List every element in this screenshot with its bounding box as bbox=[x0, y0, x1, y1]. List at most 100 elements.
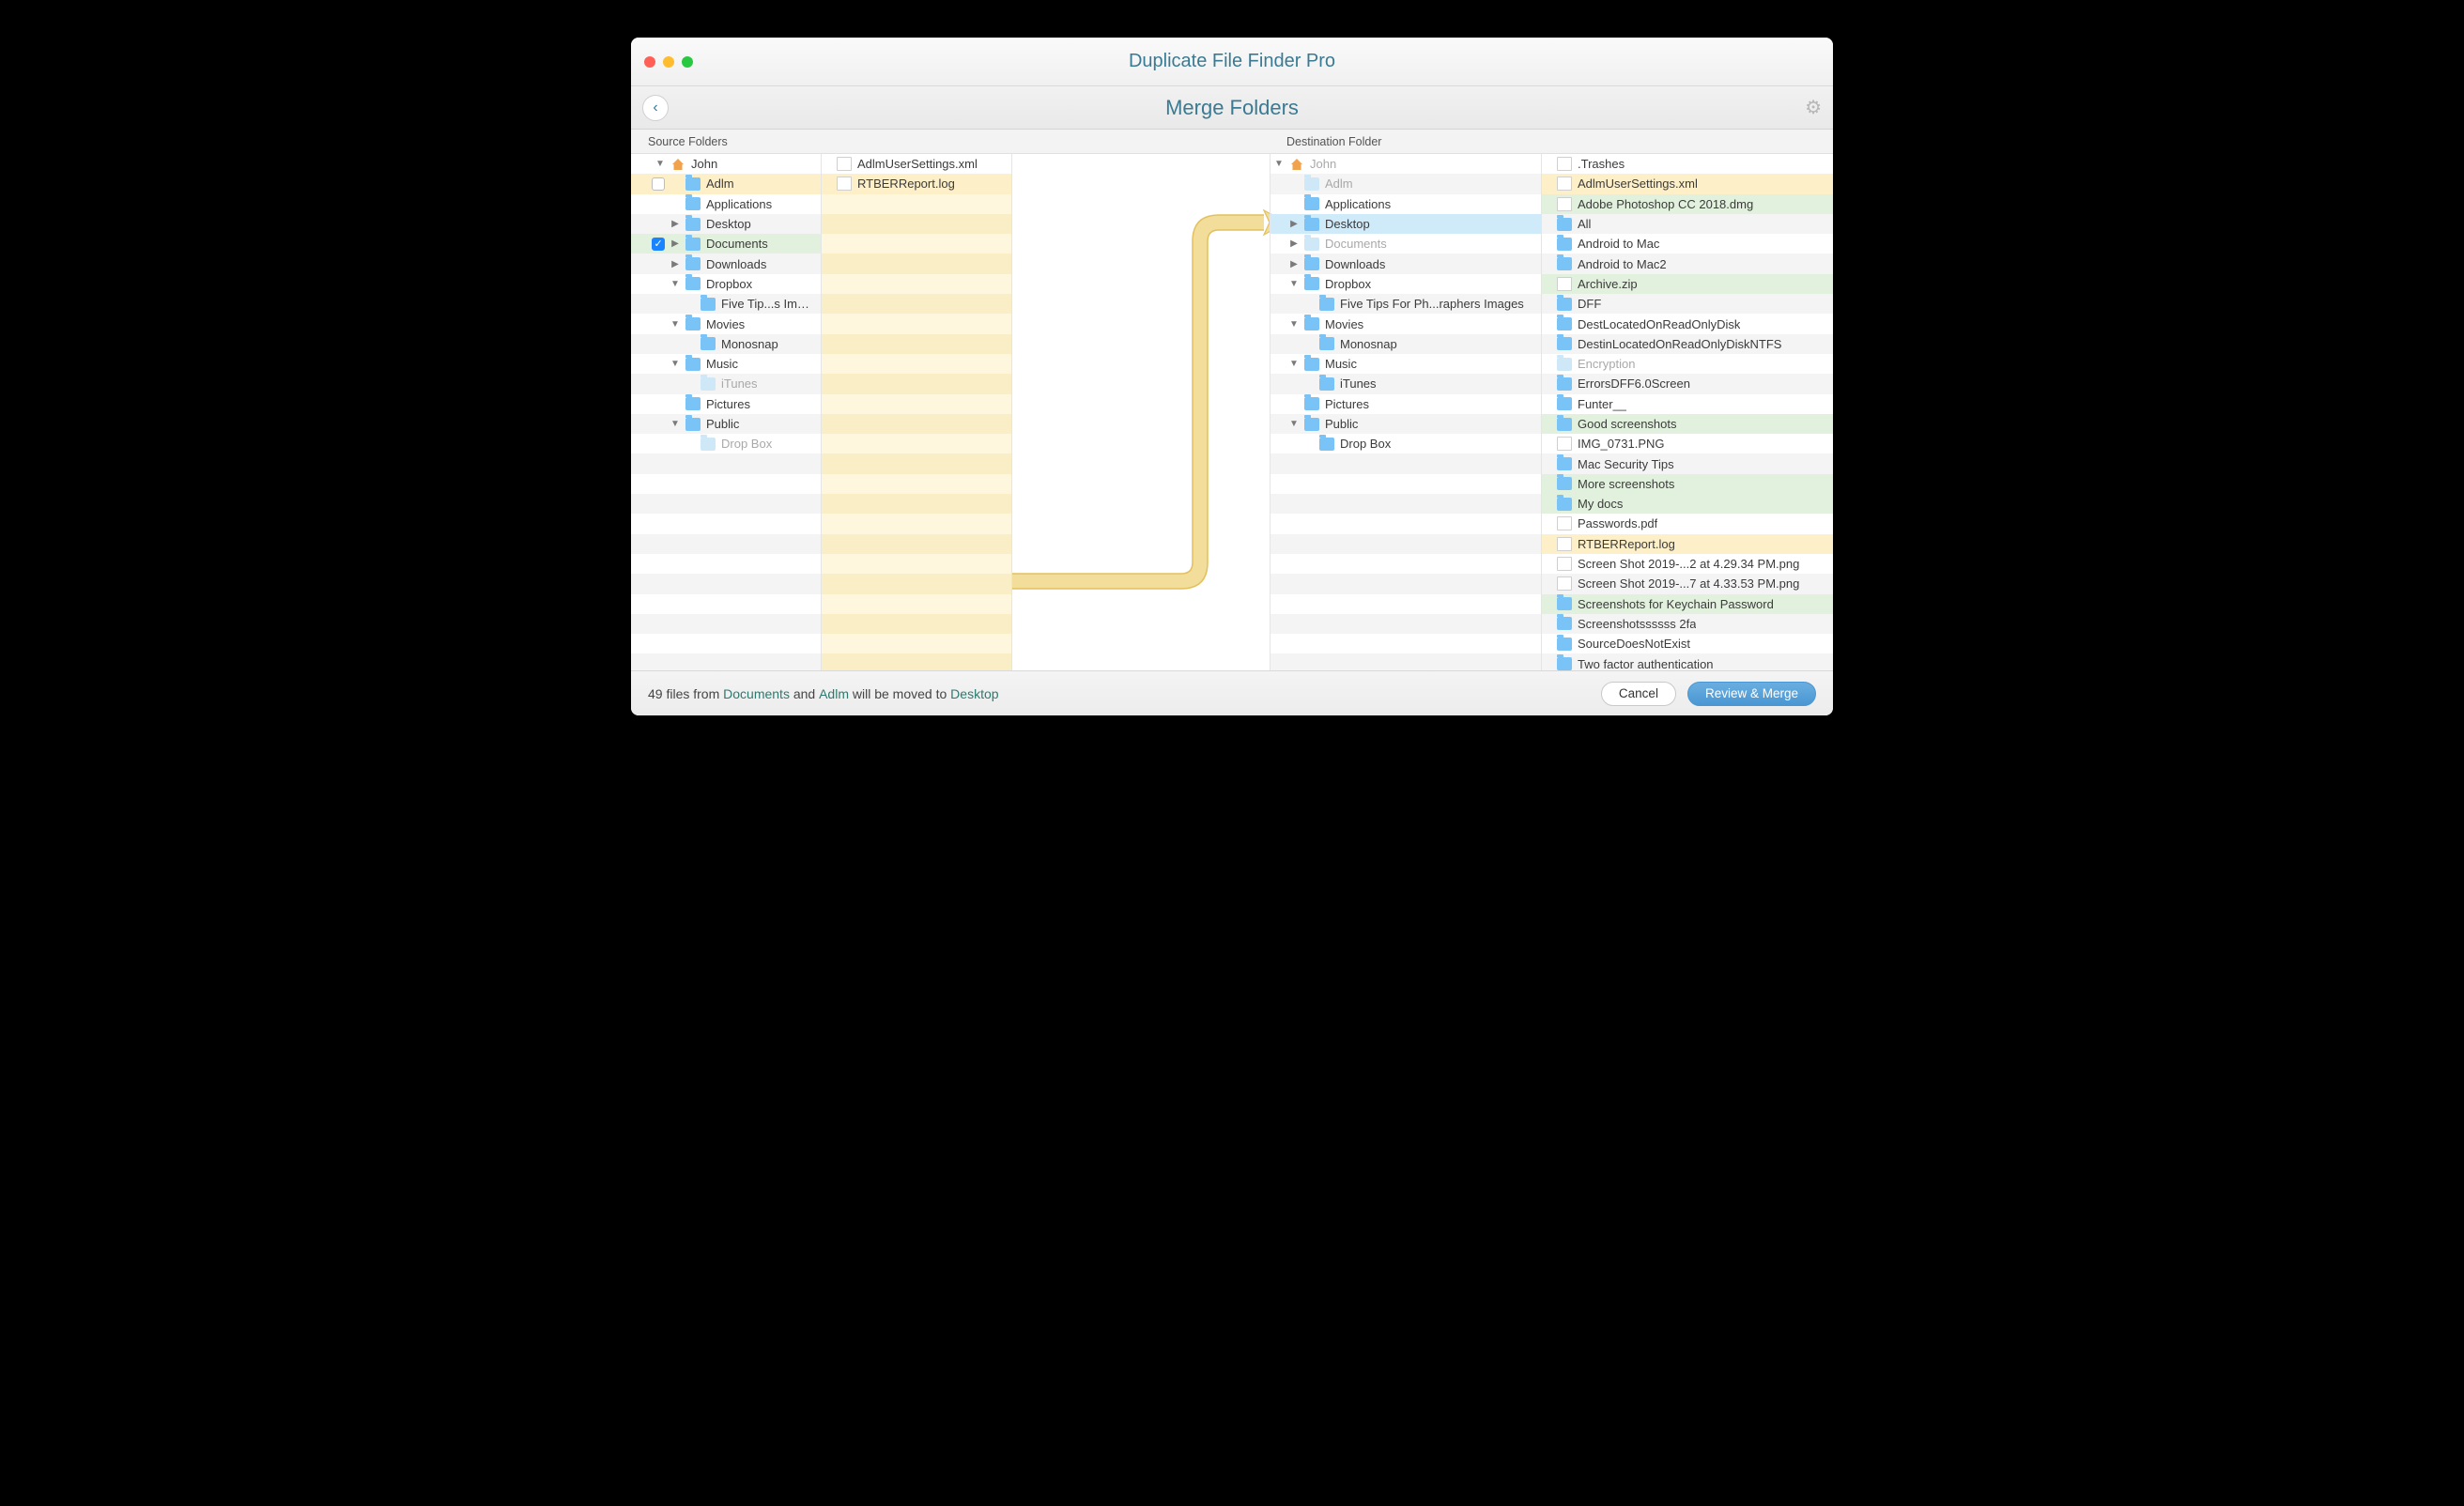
empty-row bbox=[822, 354, 1011, 374]
tree-row[interactable]: ▶Downloads bbox=[1270, 254, 1541, 273]
file-row[interactable]: DFF bbox=[1542, 294, 1833, 314]
row-label: iTunes bbox=[1340, 376, 1377, 391]
file-row[interactable]: Android to Mac bbox=[1542, 234, 1833, 254]
disclosure-right-icon[interactable]: ▶ bbox=[670, 219, 680, 229]
file-row[interactable]: DestinLocatedOnReadOnlyDiskNTFS bbox=[1542, 334, 1833, 354]
empty-row bbox=[1270, 514, 1541, 533]
file-row[interactable]: All bbox=[1542, 214, 1833, 234]
review-merge-button[interactable]: Review & Merge bbox=[1687, 682, 1816, 706]
file-row[interactable]: Passwords.pdf bbox=[1542, 514, 1833, 533]
tree-row[interactable]: ▼Movies bbox=[631, 314, 821, 333]
tree-row[interactable]: ▼iTunes bbox=[631, 374, 821, 393]
tree-row[interactable]: ▼Monosnap bbox=[1270, 334, 1541, 354]
file-row[interactable]: Mac Security Tips bbox=[1542, 453, 1833, 473]
tree-row[interactable]: ▼Music bbox=[1270, 354, 1541, 374]
disclosure-right-icon[interactable]: ▶ bbox=[1289, 219, 1299, 229]
folder-icon bbox=[1319, 438, 1334, 451]
tree-row[interactable]: ▼Five Tips For Ph...raphers Images bbox=[1270, 294, 1541, 314]
checkbox[interactable] bbox=[652, 238, 665, 251]
file-row[interactable]: Good screenshots bbox=[1542, 414, 1833, 434]
file-row[interactable]: Screen Shot 2019-...7 at 4.33.53 PM.png bbox=[1542, 574, 1833, 593]
tree-row[interactable]: ▼Movies bbox=[1270, 314, 1541, 333]
tree-row[interactable]: ▼iTunes bbox=[1270, 374, 1541, 393]
tree-row[interactable]: ▼Applications bbox=[631, 194, 821, 214]
tree-row[interactable]: ▶Downloads bbox=[631, 254, 821, 273]
tree-row[interactable]: ▶Documents bbox=[631, 234, 821, 254]
file-row[interactable]: RTBERReport.log bbox=[1542, 534, 1833, 554]
tree-row[interactable]: ▼Dropbox bbox=[1270, 274, 1541, 294]
disclosure-down-icon[interactable]: ▼ bbox=[1274, 159, 1284, 169]
tree-row[interactable]: ▼Five Tip...s Images bbox=[631, 294, 821, 314]
file-row[interactable]: SourceDoesNotExist bbox=[1542, 634, 1833, 653]
tree-row[interactable]: ▼John bbox=[631, 154, 821, 174]
file-row[interactable]: DestLocatedOnReadOnlyDisk bbox=[1542, 314, 1833, 333]
zoom-window-button[interactable] bbox=[682, 56, 693, 68]
file-row[interactable]: .Trashes bbox=[1542, 154, 1833, 174]
tree-row[interactable]: ▼John bbox=[1270, 154, 1541, 174]
file-row[interactable]: Screenshotssssss 2fa bbox=[1542, 614, 1833, 634]
file-row[interactable]: Screen Shot 2019-...2 at 4.29.34 PM.png bbox=[1542, 554, 1833, 574]
tree-row[interactable]: ▼Music bbox=[631, 354, 821, 374]
tree-row[interactable]: ▼Adlm bbox=[1270, 174, 1541, 193]
file-row[interactable]: Encryption bbox=[1542, 354, 1833, 374]
tree-row[interactable]: ▼Dropbox bbox=[631, 274, 821, 294]
file-row[interactable]: ErrorsDFF6.0Screen bbox=[1542, 374, 1833, 393]
disclosure-down-icon[interactable]: ▼ bbox=[670, 419, 680, 429]
disclosure-down-icon[interactable]: ▼ bbox=[1289, 419, 1299, 429]
tree-row[interactable]: ▼Pictures bbox=[1270, 394, 1541, 414]
file-row[interactable]: RTBERReport.log bbox=[822, 174, 1011, 193]
tree-row[interactable]: ▼Pictures bbox=[631, 394, 821, 414]
tree-row[interactable]: ▶Documents bbox=[1270, 234, 1541, 254]
cancel-button[interactable]: Cancel bbox=[1601, 682, 1676, 706]
file-label: DestinLocatedOnReadOnlyDiskNTFS bbox=[1578, 337, 1781, 351]
tree-row[interactable]: ▶Desktop bbox=[1270, 214, 1541, 234]
file-icon bbox=[1557, 537, 1572, 551]
file-row[interactable]: Adobe Photoshop CC 2018.dmg bbox=[1542, 194, 1833, 214]
disclosure-down-icon[interactable]: ▼ bbox=[1289, 359, 1299, 369]
file-row[interactable]: AdlmUserSettings.xml bbox=[1542, 174, 1833, 193]
minimize-window-button[interactable] bbox=[663, 56, 674, 68]
disclosure-right-icon[interactable]: ▶ bbox=[670, 238, 680, 249]
file-row[interactable]: Funter__ bbox=[1542, 394, 1833, 414]
disclosure-down-icon[interactable]: ▼ bbox=[670, 319, 680, 330]
tree-row[interactable]: ▼Monosnap bbox=[631, 334, 821, 354]
file-label: ErrorsDFF6.0Screen bbox=[1578, 376, 1690, 391]
tree-row[interactable]: ▼Public bbox=[631, 414, 821, 434]
file-row[interactable]: More screenshots bbox=[1542, 474, 1833, 494]
file-row[interactable]: Two factor authentication bbox=[1542, 653, 1833, 670]
file-row[interactable]: AdlmUserSettings.xml bbox=[822, 154, 1011, 174]
disclosure-right-icon[interactable]: ▶ bbox=[670, 259, 680, 269]
gear-icon: ⚙ bbox=[1805, 98, 1822, 118]
source-file-list[interactable]: AdlmUserSettings.xmlRTBERReport.log bbox=[822, 154, 1012, 670]
file-row[interactable]: Screenshots for Keychain Password bbox=[1542, 594, 1833, 614]
source-tree[interactable]: ▼John▼Adlm▼Applications▶Desktop▶Document… bbox=[631, 154, 822, 670]
disclosure-right-icon[interactable]: ▶ bbox=[1289, 238, 1299, 249]
disclosure-down-icon[interactable]: ▼ bbox=[670, 279, 680, 289]
tree-row[interactable]: ▼Public bbox=[1270, 414, 1541, 434]
checkbox[interactable] bbox=[652, 177, 665, 191]
file-label: Passwords.pdf bbox=[1578, 516, 1657, 530]
file-row[interactable]: My docs bbox=[1542, 494, 1833, 514]
disclosure-down-icon[interactable]: ▼ bbox=[1289, 319, 1299, 330]
disclosure-right-icon[interactable]: ▶ bbox=[1289, 259, 1299, 269]
file-row[interactable]: Archive.zip bbox=[1542, 274, 1833, 294]
disclosure-down-icon[interactable]: ▼ bbox=[1289, 279, 1299, 289]
file-row[interactable]: IMG_0731.PNG bbox=[1542, 434, 1833, 453]
file-label: AdlmUserSettings.xml bbox=[1578, 177, 1698, 191]
back-button[interactable]: ‹ bbox=[642, 95, 669, 121]
tree-row[interactable]: ▼Applications bbox=[1270, 194, 1541, 214]
file-row[interactable]: Android to Mac2 bbox=[1542, 254, 1833, 273]
disclosure-down-icon[interactable]: ▼ bbox=[670, 359, 680, 369]
tree-row[interactable]: ▼Drop Box bbox=[1270, 434, 1541, 453]
empty-row bbox=[1270, 494, 1541, 514]
folder-icon bbox=[1557, 638, 1572, 651]
tree-row[interactable]: ▼Drop Box bbox=[631, 434, 821, 453]
disclosure-down-icon[interactable]: ▼ bbox=[655, 159, 665, 169]
tree-row[interactable]: ▶Desktop bbox=[631, 214, 821, 234]
tree-row[interactable]: ▼Adlm bbox=[631, 174, 821, 193]
destination-file-list[interactable]: .Trashes AdlmUserSettings.xml Adobe Photos… bbox=[1542, 154, 1833, 670]
settings-button[interactable]: ⚙ bbox=[1805, 96, 1822, 119]
destination-tree[interactable]: ▼John▼Adlm▼Applications▶Desktop▶Document… bbox=[1270, 154, 1542, 670]
close-window-button[interactable] bbox=[644, 56, 655, 68]
column-headers: Source Folders Destination Folder bbox=[631, 130, 1833, 154]
